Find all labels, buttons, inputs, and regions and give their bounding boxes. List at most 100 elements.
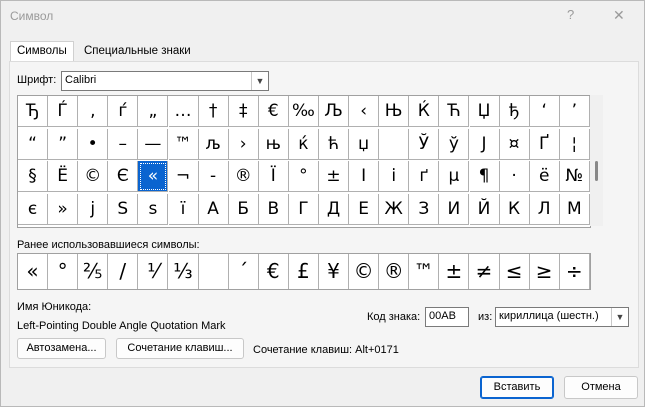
symbol-cell[interactable]: Е — [349, 193, 380, 225]
recent-symbol-cell[interactable]: ´ — [229, 254, 259, 289]
symbol-cell[interactable]: Л — [529, 193, 560, 225]
symbol-cell[interactable]: М — [559, 193, 590, 225]
symbol-cell[interactable]: ґ — [409, 161, 440, 192]
symbol-cell[interactable]: Б — [228, 193, 259, 225]
symbol-cell[interactable]: ” — [48, 128, 79, 160]
symbol-cell[interactable]: ™ — [168, 128, 199, 160]
symbol-cell[interactable] — [379, 128, 410, 160]
symbol-cell[interactable]: © — [78, 161, 109, 192]
recent-symbol-cell[interactable]: ™ — [409, 254, 440, 289]
symbol-cell[interactable]: « — [138, 161, 169, 192]
symbol-cell[interactable]: Џ — [469, 96, 500, 127]
scrollbar-thumb[interactable] — [595, 161, 598, 181]
symbol-cell[interactable]: А — [198, 193, 229, 225]
recent-symbol-cell[interactable]: ⅟ — [138, 254, 169, 289]
grid-scrollbar[interactable] — [590, 95, 603, 226]
symbol-cell[interactable]: – — [108, 128, 139, 160]
recent-symbol-cell[interactable]: ≠ — [470, 254, 500, 289]
symbol-cell[interactable]: Ў — [409, 128, 440, 160]
symbol-cell[interactable]: Ј — [469, 128, 500, 160]
symbol-cell[interactable]: ‡ — [228, 96, 259, 127]
symbol-cell[interactable]: € — [258, 96, 289, 127]
symbol-cell[interactable]: ѓ — [108, 96, 139, 127]
recent-symbol-cell[interactable]: ± — [439, 254, 470, 289]
symbol-cell[interactable]: † — [198, 96, 229, 127]
symbol-cell[interactable]: Њ — [379, 96, 410, 127]
chevron-down-icon[interactable]: ▼ — [251, 72, 268, 90]
recent-symbol-cell[interactable] — [199, 254, 229, 289]
tab-special-characters[interactable]: Специальные знаки — [78, 42, 197, 61]
recent-symbol-cell[interactable]: ° — [48, 254, 79, 289]
symbol-cell[interactable]: В — [258, 193, 289, 225]
symbol-cell[interactable]: Љ — [319, 96, 349, 127]
symbol-cell[interactable]: љ — [198, 128, 229, 160]
symbol-cell[interactable]: Ђ — [18, 96, 48, 127]
symbol-cell[interactable]: … — [168, 96, 199, 127]
symbol-cell[interactable]: „ — [138, 96, 169, 127]
recent-symbol-cell[interactable]: ÷ — [560, 254, 590, 289]
recent-symbol-cell[interactable]: ® — [379, 254, 410, 289]
symbol-cell[interactable]: Ѓ — [48, 96, 79, 127]
symbol-cell[interactable]: “ — [18, 128, 48, 160]
symbol-cell[interactable]: Д — [319, 193, 349, 225]
symbol-cell[interactable]: ¦ — [559, 128, 590, 160]
symbol-cell[interactable]: ‚ — [78, 96, 109, 127]
symbol-cell[interactable]: S — [108, 193, 139, 225]
close-icon[interactable]: ✕ — [613, 7, 625, 24]
recent-symbol-cell[interactable]: £ — [289, 254, 319, 289]
symbol-cell[interactable]: є — [18, 193, 48, 225]
symbol-cell[interactable]: ћ — [319, 128, 349, 160]
symbol-cell[interactable]: ° — [288, 161, 319, 192]
help-icon[interactable]: ? — [567, 7, 574, 22]
recent-symbol-cell[interactable]: ¥ — [319, 254, 349, 289]
symbol-cell[interactable]: ± — [319, 161, 349, 192]
symbol-cell[interactable]: Ї — [258, 161, 289, 192]
symbol-cell[interactable]: ё — [529, 161, 560, 192]
symbol-cell[interactable]: ® — [228, 161, 259, 192]
symbol-cell[interactable]: › — [228, 128, 259, 160]
font-select[interactable]: Calibri ▼ — [61, 71, 269, 91]
symbol-cell[interactable]: — — [138, 128, 169, 160]
symbol-cell[interactable]: j — [78, 193, 109, 225]
insert-button[interactable]: Вставить — [480, 376, 554, 399]
symbol-cell[interactable]: і — [379, 161, 410, 192]
symbol-cell[interactable]: - — [198, 161, 229, 192]
recent-symbol-cell[interactable]: © — [349, 254, 380, 289]
symbol-cell[interactable]: З — [409, 193, 440, 225]
symbol-cell[interactable]: ђ — [499, 96, 530, 127]
symbol-cell[interactable]: Й — [469, 193, 500, 225]
symbol-cell[interactable]: ў — [439, 128, 470, 160]
symbol-cell[interactable]: ¶ — [469, 161, 500, 192]
symbol-cell[interactable]: ’ — [559, 96, 590, 127]
symbol-cell[interactable]: ‰ — [288, 96, 319, 127]
chevron-down-icon[interactable]: ▼ — [611, 308, 628, 326]
symbol-cell[interactable]: Ж — [379, 193, 410, 225]
symbol-cell[interactable]: µ — [439, 161, 470, 192]
symbol-cell[interactable]: ï — [168, 193, 199, 225]
symbol-cell[interactable]: » — [48, 193, 79, 225]
char-code-input[interactable]: 00AB — [425, 307, 469, 327]
symbol-cell[interactable]: њ — [258, 128, 289, 160]
symbol-cell[interactable]: № — [559, 161, 590, 192]
cancel-button[interactable]: Отмена — [564, 376, 638, 399]
recent-symbol-cell[interactable]: ⅓ — [169, 254, 199, 289]
autocorrect-button[interactable]: Автозамена... — [17, 338, 106, 359]
symbol-cell[interactable]: • — [78, 128, 109, 160]
recent-symbol-cell[interactable]: ≥ — [530, 254, 560, 289]
symbol-cell[interactable]: Ґ — [529, 128, 560, 160]
recent-symbol-cell[interactable]: ⅖ — [78, 254, 109, 289]
symbol-cell[interactable]: Ќ — [409, 96, 440, 127]
symbol-cell[interactable]: џ — [349, 128, 380, 160]
symbol-cell[interactable]: Є — [108, 161, 139, 192]
symbol-cell[interactable]: И — [439, 193, 470, 225]
symbol-cell[interactable]: К — [499, 193, 530, 225]
symbol-cell[interactable]: Г — [288, 193, 319, 225]
symbol-cell[interactable]: Ё — [48, 161, 79, 192]
symbol-cell[interactable]: ¤ — [499, 128, 530, 160]
from-select[interactable]: кириллица (шестн.) ▼ — [495, 307, 629, 327]
symbol-cell[interactable]: Ћ — [439, 96, 470, 127]
symbol-cell[interactable]: § — [18, 161, 48, 192]
recent-symbol-cell[interactable]: / — [108, 254, 139, 289]
recent-symbol-cell[interactable]: « — [18, 254, 48, 289]
symbol-cell[interactable]: І — [349, 161, 380, 192]
